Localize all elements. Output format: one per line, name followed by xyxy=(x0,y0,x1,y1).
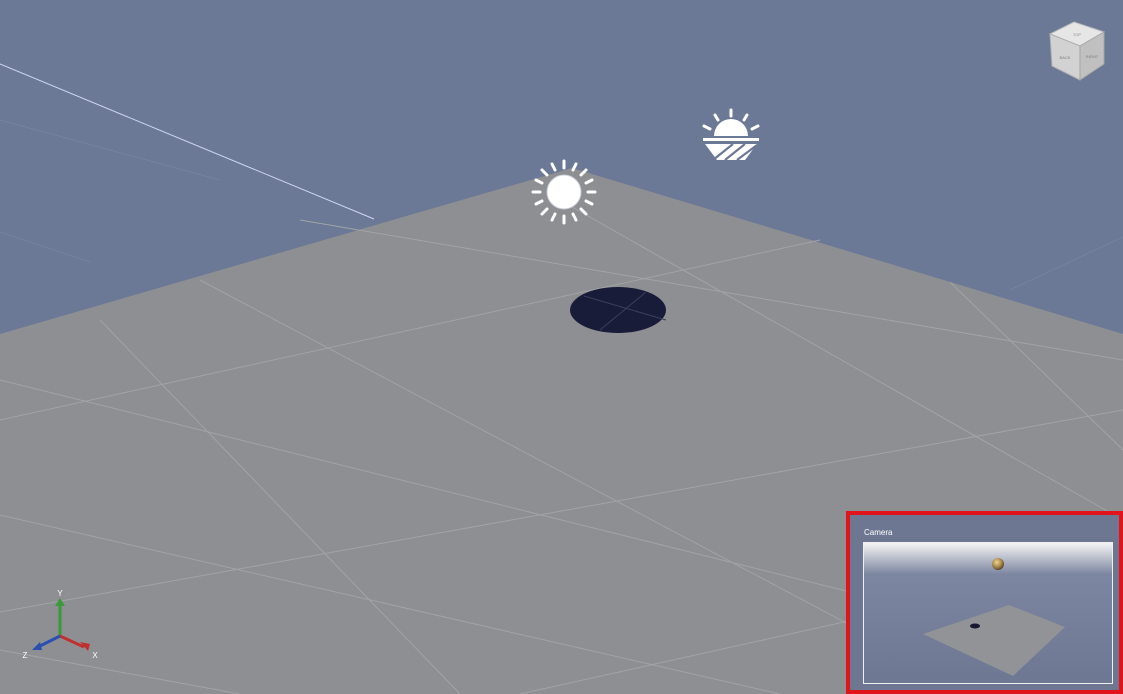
axis-gizmo: Y X Z xyxy=(23,589,99,660)
z-axis-line xyxy=(37,634,61,649)
view-cube-right-label: RIGHT xyxy=(1086,54,1099,59)
preview-light-ball xyxy=(992,558,1004,570)
view-cube-icon[interactable]: TOP BACK RIGHT xyxy=(1046,20,1108,84)
z-axis-arrow xyxy=(32,642,42,650)
y-axis-arrow xyxy=(55,598,65,606)
preview-ground-hole xyxy=(970,623,980,629)
z-axis-label: Z xyxy=(23,651,28,660)
3d-viewport[interactable]: TOP BACK RIGHT Y X Z Camera xyxy=(0,0,1123,694)
camera-preview-scene xyxy=(864,543,1112,683)
camera-preview-title: Camera xyxy=(864,528,893,537)
y-axis-label: Y xyxy=(57,589,63,598)
ground-hole[interactable] xyxy=(570,287,666,333)
x-axis-line xyxy=(59,634,85,649)
x-axis-label: X xyxy=(92,651,98,660)
view-cube-top-label: TOP xyxy=(1073,32,1081,37)
camera-preview-frame[interactable] xyxy=(863,542,1113,684)
view-cube-left-label: BACK xyxy=(1060,55,1071,60)
camera-preview-panel[interactable]: Camera xyxy=(846,511,1123,694)
